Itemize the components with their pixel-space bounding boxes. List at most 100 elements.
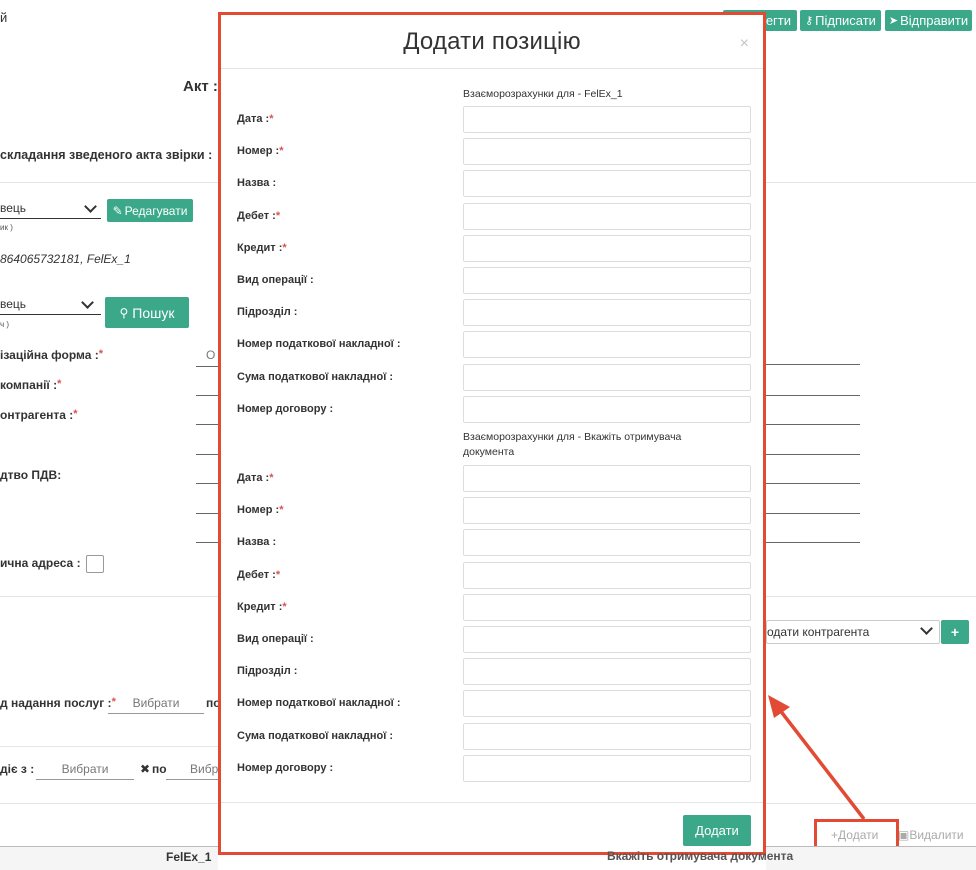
party-select-value: вець bbox=[0, 201, 27, 215]
field-label: Підрозділ : bbox=[237, 306, 297, 318]
valid-from-input[interactable]: Вибрати bbox=[36, 762, 134, 780]
pencil-icon: ✎ bbox=[112, 203, 123, 218]
required-marker: * bbox=[282, 241, 287, 254]
field-label-text: Кредит : bbox=[237, 241, 283, 254]
add-contragent-placeholder: одати контрагента bbox=[767, 625, 870, 639]
address-label: ична адреса : bbox=[0, 556, 81, 570]
field-label: Номер податкової накладної : bbox=[237, 697, 401, 709]
required-marker: * bbox=[269, 113, 274, 125]
field-label-text: Дата : bbox=[237, 472, 270, 484]
field-label-text: Дебет : bbox=[237, 209, 276, 222]
field-underline bbox=[196, 366, 218, 367]
add-contragent-select[interactable]: одати контрагента bbox=[766, 620, 940, 644]
vat-label: дтво ПДВ: bbox=[0, 468, 62, 482]
field-input[interactable] bbox=[463, 561, 751, 589]
field-input[interactable] bbox=[463, 106, 751, 133]
clear-icon[interactable]: ✖ bbox=[140, 762, 150, 776]
field-input[interactable] bbox=[463, 465, 751, 492]
field-underline bbox=[196, 424, 218, 425]
field-underline bbox=[766, 513, 860, 514]
delete-row-link[interactable]: ▣Видалити bbox=[898, 828, 964, 842]
field-label: Назва : bbox=[237, 536, 276, 548]
table-header-right bbox=[766, 846, 976, 870]
field-input[interactable] bbox=[463, 363, 751, 391]
field-input[interactable] bbox=[463, 626, 751, 653]
field-label-text: Дата : bbox=[237, 113, 270, 125]
field-input[interactable] bbox=[463, 529, 751, 557]
field-label-text: Сума податкової накладної : bbox=[237, 370, 394, 383]
field-input[interactable] bbox=[463, 722, 751, 750]
send-button[interactable]: ➤ Відправити bbox=[885, 10, 972, 31]
field-input[interactable] bbox=[463, 690, 751, 718]
table-header-left: FelEx_1 bbox=[0, 846, 218, 870]
valid-from-label: діє з : bbox=[0, 762, 35, 776]
required-marker: * bbox=[269, 472, 274, 484]
valid-to-label: по bbox=[152, 762, 167, 776]
field-label: Кредит :* bbox=[237, 242, 287, 254]
field-label: Вид операції : bbox=[237, 633, 314, 645]
field-input[interactable] bbox=[463, 138, 751, 166]
divider bbox=[766, 803, 976, 804]
field-label: Дебет :* bbox=[237, 569, 280, 581]
search-button[interactable]: ⚲ Пошук bbox=[105, 297, 189, 328]
field-label: Номер договору : bbox=[237, 403, 333, 415]
field-input[interactable] bbox=[463, 331, 751, 359]
field-label-text: Дебет : bbox=[237, 568, 276, 581]
add-contragent-button[interactable]: + bbox=[941, 620, 969, 644]
field-label: Номер :* bbox=[237, 145, 284, 157]
add-position-button[interactable]: Додати bbox=[683, 815, 751, 846]
field-label: Підрозділ : bbox=[237, 665, 297, 677]
field-label: Сума податкової накладної : bbox=[237, 730, 393, 742]
field-label-text: Вид операції : bbox=[237, 274, 314, 286]
field-label-text: Кредит : bbox=[237, 600, 283, 613]
modal-title: Додати позицію bbox=[403, 28, 581, 55]
search-button-label: Пошук bbox=[132, 304, 175, 321]
field-input[interactable] bbox=[463, 497, 751, 525]
add-position-modal: Додати позицію × Взаєморозрахунки для - … bbox=[218, 12, 766, 855]
edit-button[interactable]: ✎ Редагувати bbox=[107, 199, 193, 222]
page-title-fragment: й bbox=[0, 10, 8, 25]
field-input[interactable] bbox=[463, 202, 751, 230]
field-label: Сума податкової накладної : bbox=[237, 371, 393, 383]
field-label: Назва : bbox=[237, 177, 276, 189]
sign-button-label: Підписати bbox=[815, 13, 876, 28]
org-form-label: ізаційна форма :* bbox=[0, 348, 104, 362]
field-underline bbox=[196, 395, 218, 396]
field-label: Дебет :* bbox=[237, 210, 280, 222]
field-label-text: Вид операції : bbox=[237, 633, 314, 645]
field-input[interactable] bbox=[463, 754, 751, 782]
field-label: Номер договору : bbox=[237, 762, 333, 774]
field-underline bbox=[766, 454, 860, 455]
field-input[interactable] bbox=[463, 267, 751, 294]
delete-row-label: Видалити bbox=[909, 828, 964, 842]
address-checkbox[interactable] bbox=[86, 555, 104, 573]
field-input[interactable] bbox=[463, 658, 751, 686]
paper-plane-icon: ➤ bbox=[888, 15, 899, 27]
page: { "header": { "partial_left": "й", "part… bbox=[0, 0, 976, 870]
field-input[interactable] bbox=[463, 593, 751, 621]
field-input[interactable] bbox=[463, 170, 751, 198]
field-underline bbox=[766, 424, 860, 425]
valid-to-input[interactable]: Вибр bbox=[166, 762, 218, 780]
section2-title: Взаєморозрахунки для - Вкажіть отримувач… bbox=[463, 431, 682, 458]
field-underline bbox=[196, 513, 218, 514]
field-underline bbox=[196, 483, 218, 484]
field-input[interactable] bbox=[463, 395, 751, 423]
modal-footer-divider bbox=[221, 802, 763, 803]
field-label: Вид операції : bbox=[237, 274, 314, 286]
field-input[interactable] bbox=[463, 234, 751, 262]
compile-label: складання зведеного акта звірки : bbox=[0, 148, 213, 162]
contragent-label: онтрагента :* bbox=[0, 408, 78, 422]
field-input[interactable] bbox=[463, 299, 751, 327]
act-title: Акт : bbox=[183, 78, 218, 95]
modal-header-divider bbox=[221, 68, 763, 69]
field-label-text: Номер : bbox=[237, 145, 280, 158]
close-icon[interactable]: × bbox=[740, 35, 749, 53]
sign-button[interactable]: ⚷ Підписати bbox=[800, 10, 881, 31]
field-label-text: Номер договору : bbox=[237, 402, 334, 415]
plus-icon: + bbox=[950, 624, 960, 640]
services-from-input[interactable]: Вибрати bbox=[108, 696, 204, 714]
field-label-text: Назва : bbox=[237, 536, 277, 549]
search-icon: ⚲ bbox=[119, 305, 129, 320]
org-form-value: О bbox=[206, 348, 216, 362]
